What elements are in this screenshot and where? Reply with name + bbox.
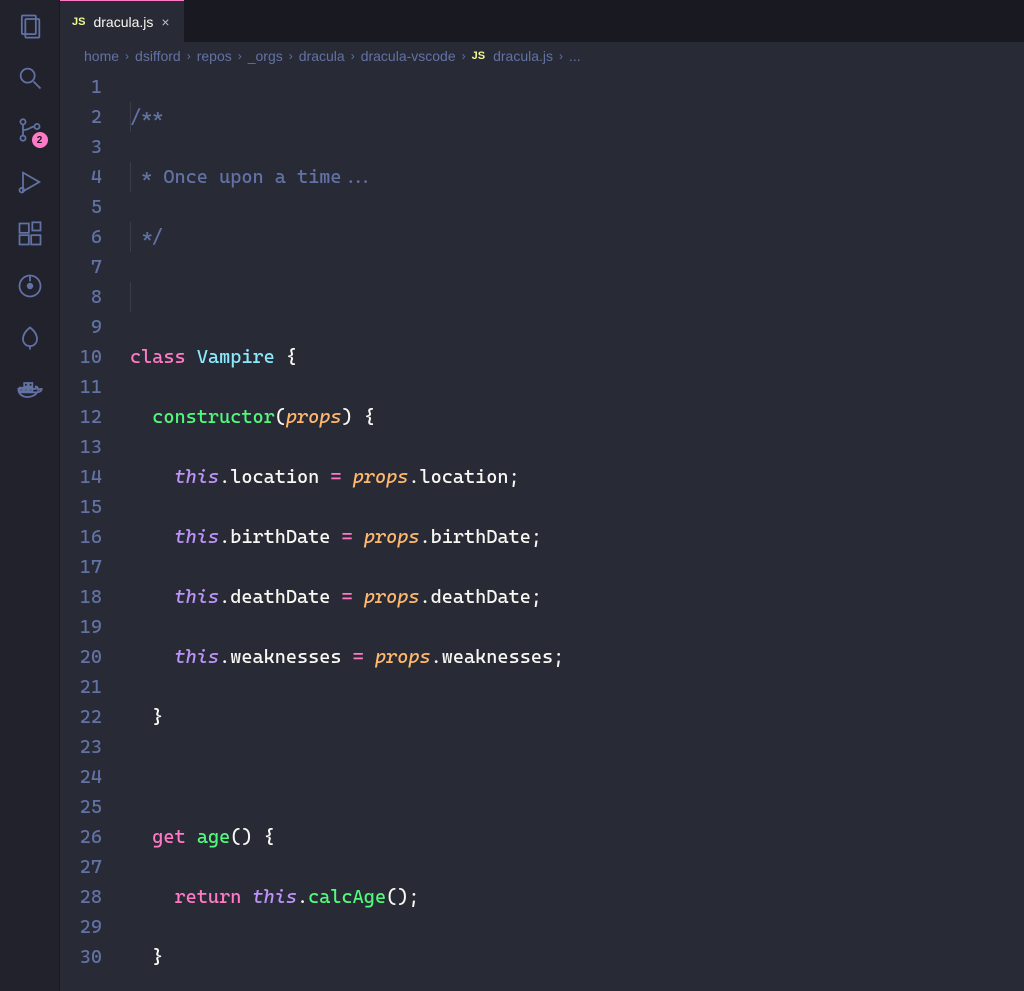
chevron-right-icon: › bbox=[351, 49, 355, 63]
tree-icon[interactable] bbox=[16, 324, 44, 352]
gitlens-icon[interactable] bbox=[16, 272, 44, 300]
editor-group: JS dracula.js × home › dsifford › repos › _… bbox=[60, 0, 1024, 991]
breadcrumb-item[interactable]: dracula bbox=[299, 48, 345, 64]
chevron-right-icon: › bbox=[462, 49, 466, 63]
chevron-right-icon: › bbox=[559, 49, 563, 63]
run-debug-icon[interactable] bbox=[16, 168, 44, 196]
code-content[interactable]: /** * Once upon a time... */ class Vampi… bbox=[130, 72, 1024, 991]
chevron-right-icon: › bbox=[125, 49, 129, 63]
search-icon[interactable] bbox=[16, 64, 44, 92]
docker-icon[interactable] bbox=[16, 376, 44, 404]
code-editor[interactable]: 12345 678910 1112131415 1617181920 21222… bbox=[60, 70, 1024, 991]
breadcrumb[interactable]: home › dsifford › repos › _orgs › dracula › d… bbox=[60, 42, 1024, 70]
chevron-right-icon: › bbox=[238, 49, 242, 63]
breadcrumb-item[interactable]: dracula-vscode bbox=[361, 48, 456, 64]
activity-bar: 2 bbox=[0, 0, 60, 991]
breadcrumb-trailing: ... bbox=[569, 48, 581, 64]
tab-bar: JS dracula.js × bbox=[60, 0, 1024, 42]
explorer-icon[interactable] bbox=[16, 12, 44, 40]
line-number-gutter: 12345 678910 1112131415 1617181920 21222… bbox=[60, 72, 130, 991]
js-file-icon: JS bbox=[72, 16, 85, 28]
close-icon[interactable]: × bbox=[161, 14, 169, 30]
tab-filename: dracula.js bbox=[93, 14, 153, 30]
breadcrumb-item[interactable]: _orgs bbox=[248, 48, 283, 64]
breadcrumb-item[interactable]: repos bbox=[197, 48, 232, 64]
breadcrumb-item[interactable]: dsifford bbox=[135, 48, 181, 64]
breadcrumb-item[interactable]: home bbox=[84, 48, 119, 64]
source-control-icon[interactable]: 2 bbox=[16, 116, 44, 144]
chevron-right-icon: › bbox=[187, 49, 191, 63]
tab-dracula-js[interactable]: JS dracula.js × bbox=[60, 0, 184, 42]
extensions-icon[interactable] bbox=[16, 220, 44, 248]
scm-badge: 2 bbox=[32, 132, 48, 148]
chevron-right-icon: › bbox=[289, 49, 293, 63]
breadcrumb-item[interactable]: dracula.js bbox=[493, 48, 553, 64]
js-file-icon: JS bbox=[472, 50, 485, 62]
